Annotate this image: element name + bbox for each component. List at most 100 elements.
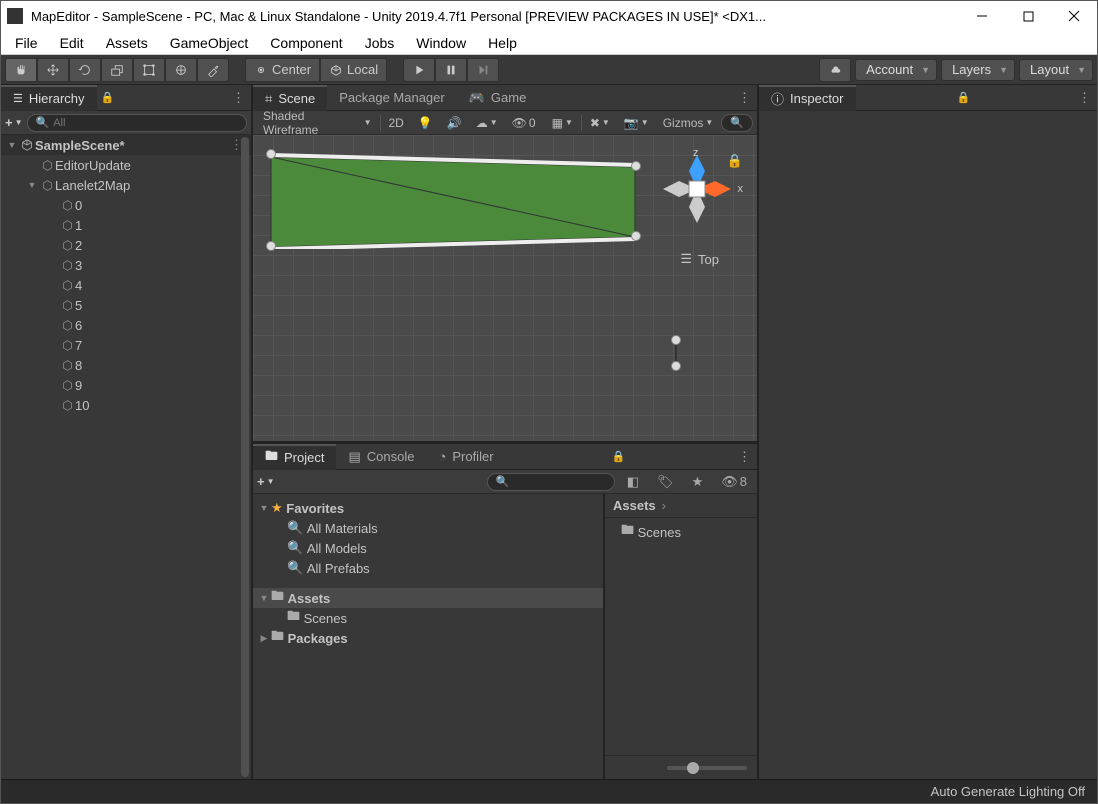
hierarchy-tab[interactable]: ☰Hierarchy <box>1 85 97 111</box>
hierarchy-item[interactable]: 5 <box>75 298 82 313</box>
hierarchy-item[interactable]: 9 <box>75 378 82 393</box>
hierarchy-item[interactable]: 2 <box>75 238 82 253</box>
hidden-count[interactable]: 👁8 <box>715 474 753 490</box>
project-tab[interactable]: 🖿Project <box>253 444 336 470</box>
panel-menu-icon[interactable]: ⋮ <box>1072 90 1097 106</box>
cube-icon <box>59 377 75 393</box>
menu-window[interactable]: Window <box>406 33 476 53</box>
audio-toggle[interactable]: 🔊 <box>441 113 468 133</box>
menu-component[interactable]: Component <box>260 33 352 53</box>
breadcrumb[interactable]: Assets <box>613 498 656 513</box>
fav-item[interactable]: All Prefabs <box>307 561 370 576</box>
menu-edit[interactable]: Edit <box>50 33 94 53</box>
minimize-button[interactable] <box>959 1 1005 31</box>
panel-menu-icon[interactable]: ⋮ <box>732 449 757 465</box>
camera-icon[interactable]: 📷▼ <box>618 113 655 133</box>
hierarchy-item[interactable]: 10 <box>75 398 89 413</box>
scene-view[interactable]: z x 🔒 ☰Top <box>253 135 757 441</box>
transform-tool-button[interactable] <box>165 58 197 82</box>
hierarchy-item[interactable]: 6 <box>75 318 82 333</box>
scene-toolbar: Shaded Wireframe▼ 2D 💡 🔊 ☁▼ 👁0 ▦▼ ✖▼ 📷▼ … <box>253 111 757 135</box>
menu-assets[interactable]: Assets <box>96 33 158 53</box>
cloud-button[interactable] <box>819 58 851 82</box>
orientation-gizmo[interactable]: z x <box>657 149 737 229</box>
fav-item[interactable]: All Materials <box>307 521 378 536</box>
favorite-icon[interactable]: ★ <box>686 474 710 490</box>
account-dropdown[interactable]: Account▼ <box>855 59 937 81</box>
fav-item[interactable]: All Models <box>307 541 367 556</box>
step-button[interactable] <box>467 58 499 82</box>
menu-gameobject[interactable]: GameObject <box>160 33 259 53</box>
cube-icon <box>59 317 75 333</box>
lock-icon[interactable]: 🔒 <box>953 91 975 104</box>
maximize-button[interactable] <box>1005 1 1051 31</box>
rotate-tool-button[interactable] <box>69 58 101 82</box>
menu-file[interactable]: File <box>5 33 48 53</box>
gizmos-dropdown[interactable]: Gizmos▼ <box>657 113 720 133</box>
lock-icon[interactable]: 🔒 <box>608 450 630 463</box>
asset-item[interactable]: Scenes <box>638 525 681 540</box>
cube-icon <box>59 397 75 413</box>
lanelet-mesh[interactable] <box>263 149 643 249</box>
filter-type-icon[interactable]: ◧ <box>621 474 645 490</box>
hierarchy-item[interactable]: 8 <box>75 358 82 373</box>
lighting-toggle[interactable]: 💡 <box>412 113 439 133</box>
pivot-center-button[interactable]: Center <box>245 58 320 82</box>
scene-name[interactable]: SampleScene* <box>35 138 125 153</box>
project-search[interactable]: 🔍 <box>487 473 615 491</box>
folder-icon: 🖿 <box>287 607 300 629</box>
hand-tool-button[interactable] <box>5 58 37 82</box>
menu-help[interactable]: Help <box>478 33 527 53</box>
layout-dropdown[interactable]: Layout▼ <box>1019 59 1093 81</box>
tools-icon[interactable]: ✖▼ <box>584 113 616 133</box>
hierarchy-item[interactable]: 1 <box>75 218 82 233</box>
custom-tool-button[interactable] <box>197 58 229 82</box>
close-button[interactable] <box>1051 1 1097 31</box>
hierarchy-item[interactable]: Lanelet2Map <box>55 178 130 193</box>
panel-menu-icon[interactable]: ⋮ <box>732 90 757 106</box>
hierarchy-item[interactable]: EditorUpdate <box>55 158 131 173</box>
scene-tab-header: ⌗Scene Package Manager 🎮Game ⋮ <box>253 85 757 111</box>
filter-label-icon[interactable]: 🏷 <box>651 474 680 490</box>
hierarchy-item[interactable]: 7 <box>75 338 82 353</box>
scale-tool-button[interactable] <box>101 58 133 82</box>
scene-tab[interactable]: ⌗Scene <box>253 85 327 111</box>
grid-toggle[interactable]: ▦▼ <box>546 113 579 133</box>
console-tab[interactable]: ▤Console <box>336 444 426 470</box>
scenes-folder[interactable]: Scenes <box>304 611 347 626</box>
2d-toggle[interactable]: 2D <box>383 113 410 133</box>
layers-dropdown[interactable]: Layers▼ <box>941 59 1015 81</box>
cube-icon <box>59 237 75 253</box>
lock-icon[interactable]: 🔒 <box>97 91 119 104</box>
create-dropdown[interactable]: +▼ <box>5 115 23 130</box>
fx-toggle[interactable]: ☁▼ <box>470 113 504 133</box>
scene-search[interactable]: 🔍 <box>721 114 753 132</box>
play-button[interactable] <box>403 58 435 82</box>
shading-mode-dropdown[interactable]: Shaded Wireframe▼ <box>257 113 378 133</box>
panel-menu-icon[interactable]: ⋮ <box>226 90 251 106</box>
view-label: ☰Top <box>680 251 719 267</box>
rect-tool-button[interactable] <box>133 58 165 82</box>
hierarchy-item[interactable]: 0 <box>75 198 82 213</box>
profiler-tab[interactable]: ◔Profiler <box>426 444 505 470</box>
game-tab[interactable]: 🎮Game <box>457 85 539 111</box>
hierarchy-item[interactable]: 3 <box>75 258 82 273</box>
create-dropdown[interactable]: +▼ <box>257 474 275 489</box>
assets-folder[interactable]: Assets <box>288 591 331 606</box>
move-tool-button[interactable] <box>37 58 69 82</box>
hierarchy-search[interactable]: 🔍 <box>27 114 247 132</box>
stray-handles[interactable] <box>671 335 681 371</box>
pivot-local-button[interactable]: Local <box>320 58 387 82</box>
hidden-objects[interactable]: 👁0 <box>506 113 542 133</box>
package-manager-tab[interactable]: Package Manager <box>327 85 457 111</box>
favorites-label[interactable]: Favorites <box>286 501 344 516</box>
scrollbar[interactable] <box>241 137 249 777</box>
hierarchy-item[interactable]: 4 <box>75 278 82 293</box>
lock-icon[interactable]: 🔒 <box>727 153 743 169</box>
pause-button[interactable] <box>435 58 467 82</box>
inspector-tab[interactable]: ⓘInspector <box>759 85 856 111</box>
packages-folder[interactable]: Packages <box>288 631 348 646</box>
thumbnail-size-slider[interactable] <box>667 766 747 770</box>
menu-jobs[interactable]: Jobs <box>355 33 405 53</box>
info-icon: ⓘ <box>771 89 784 108</box>
